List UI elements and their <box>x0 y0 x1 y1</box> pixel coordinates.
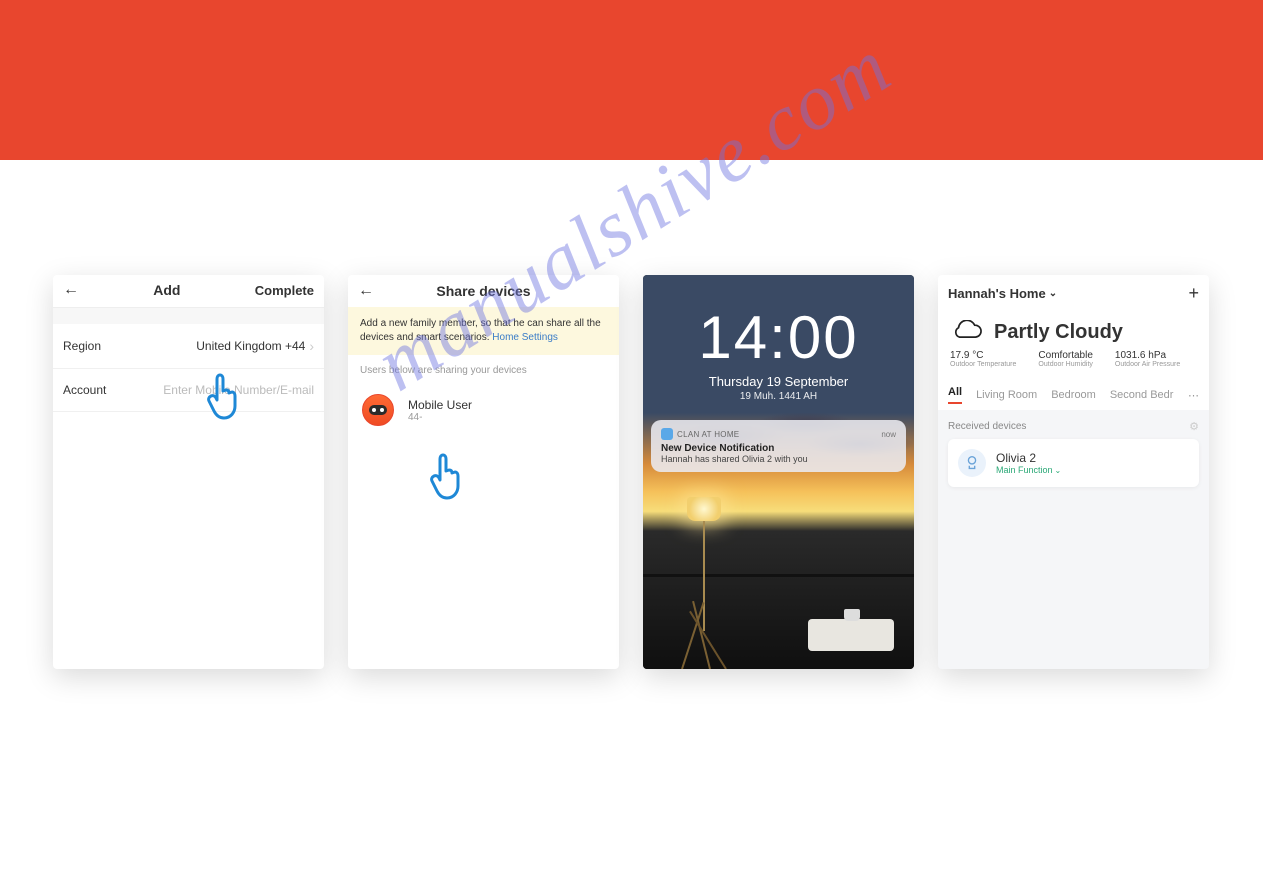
received-devices-heading: Received devices ⚙ <box>938 410 1209 439</box>
home-selector[interactable]: Hannah's Home ⌄ <box>948 286 1057 301</box>
notif-timestamp: now <box>881 430 896 439</box>
notif-title: New Device Notification <box>661 443 896 454</box>
lockscreen-date-secondary: 19 Muh. 1441 AH <box>643 391 914 402</box>
screen2-title: Share devices <box>436 283 530 299</box>
table <box>808 619 894 651</box>
floor-lamp <box>661 479 741 669</box>
sharing-subheading: Users below are sharing your devices <box>348 355 619 386</box>
user-name: Mobile User <box>408 398 472 412</box>
device-card[interactable]: Olivia 2 Main Function ⌄ <box>948 439 1199 487</box>
tab-living-room[interactable]: Living Room <box>976 389 1037 401</box>
screen-home-dashboard: Hannah's Home ⌄ + Partly Cloudy 17.9 °C … <box>938 275 1209 669</box>
screen-share-devices: ← Share devices Add a new family member,… <box>348 275 619 669</box>
screen1-header: ← Add Complete <box>53 275 324 308</box>
user-phone: 44- <box>408 412 472 423</box>
screen2-header: ← Share devices <box>348 275 619 307</box>
screen1-title: Add <box>153 282 180 298</box>
device-function[interactable]: Main Function ⌄ <box>996 465 1061 475</box>
user-avatar-icon <box>360 392 396 428</box>
region-row[interactable]: Region United Kingdom +44 › <box>53 324 324 369</box>
notif-app-label: CLAN AT HOME <box>661 428 739 440</box>
tab-bedroom[interactable]: Bedroom <box>1051 389 1096 401</box>
account-label: Account <box>63 383 106 397</box>
region-value: United Kingdom +44 <box>196 339 305 353</box>
region-label: Region <box>63 339 101 353</box>
complete-button[interactable]: Complete <box>255 283 314 298</box>
device-name: Olivia 2 <box>996 451 1061 465</box>
back-arrow-icon[interactable]: ← <box>63 281 79 299</box>
chevron-down-icon: ⌄ <box>1055 466 1062 475</box>
chevron-right-icon: › <box>309 338 314 354</box>
pointer-hand-icon <box>203 373 243 423</box>
more-tabs-icon[interactable]: ⋯ <box>1188 389 1199 402</box>
shared-user-row[interactable]: Mobile User 44- <box>348 386 619 438</box>
device-icon <box>958 449 986 477</box>
stat-humidity: Comfortable Outdoor Humidity <box>1038 350 1092 368</box>
weather-stats: 17.9 °C Outdoor Temperature Comfortable … <box>950 350 1197 368</box>
back-arrow-icon[interactable]: ← <box>358 282 374 300</box>
add-button[interactable]: + <box>1188 283 1199 304</box>
screens-row: ← Add Complete Region United Kingdom +44… <box>0 160 1263 669</box>
tab-all[interactable]: All <box>948 386 962 404</box>
tab-second-bedroom[interactable]: Second Bedroom <box>1110 389 1174 401</box>
app-icon <box>661 428 673 440</box>
dashboard-header: Hannah's Home ⌄ + <box>938 275 1209 312</box>
screen-add-member: ← Add Complete Region United Kingdom +44… <box>53 275 324 669</box>
room-tabs: All Living Room Bedroom Second Bedroom ⋯ <box>938 378 1209 410</box>
pointer-hand-icon <box>426 453 466 503</box>
account-row[interactable]: Account Enter Mobile Number/E-mail <box>53 369 324 412</box>
notif-body: Hannah has shared Olivia 2 with you <box>661 454 896 464</box>
stat-pressure: 1031.6 hPa Outdoor Air Pressure <box>1115 350 1180 368</box>
tip-text: Add a new family member, so that he can … <box>360 318 601 343</box>
lockscreen-date: Thursday 19 September <box>643 374 914 389</box>
lockscreen-time: 14:00 <box>643 303 914 372</box>
home-settings-link[interactable]: Home Settings <box>492 332 558 343</box>
screen-lockscreen: 14:00 Thursday 19 September 19 Muh. 1441… <box>643 275 914 669</box>
cup <box>844 609 860 621</box>
stat-temperature: 17.9 °C Outdoor Temperature <box>950 350 1016 368</box>
chevron-down-icon: ⌄ <box>1049 288 1057 299</box>
push-notification[interactable]: CLAN AT HOME now New Device Notification… <box>651 420 906 472</box>
page-banner <box>0 0 1263 160</box>
weather-title: Partly Cloudy <box>994 321 1123 344</box>
family-tip-banner: Add a new family member, so that he can … <box>348 307 619 355</box>
weather-panel[interactable]: Partly Cloudy 17.9 °C Outdoor Temperatur… <box>938 312 1209 378</box>
cloud-icon <box>950 320 984 344</box>
gear-icon[interactable]: ⚙ <box>1189 420 1199 433</box>
